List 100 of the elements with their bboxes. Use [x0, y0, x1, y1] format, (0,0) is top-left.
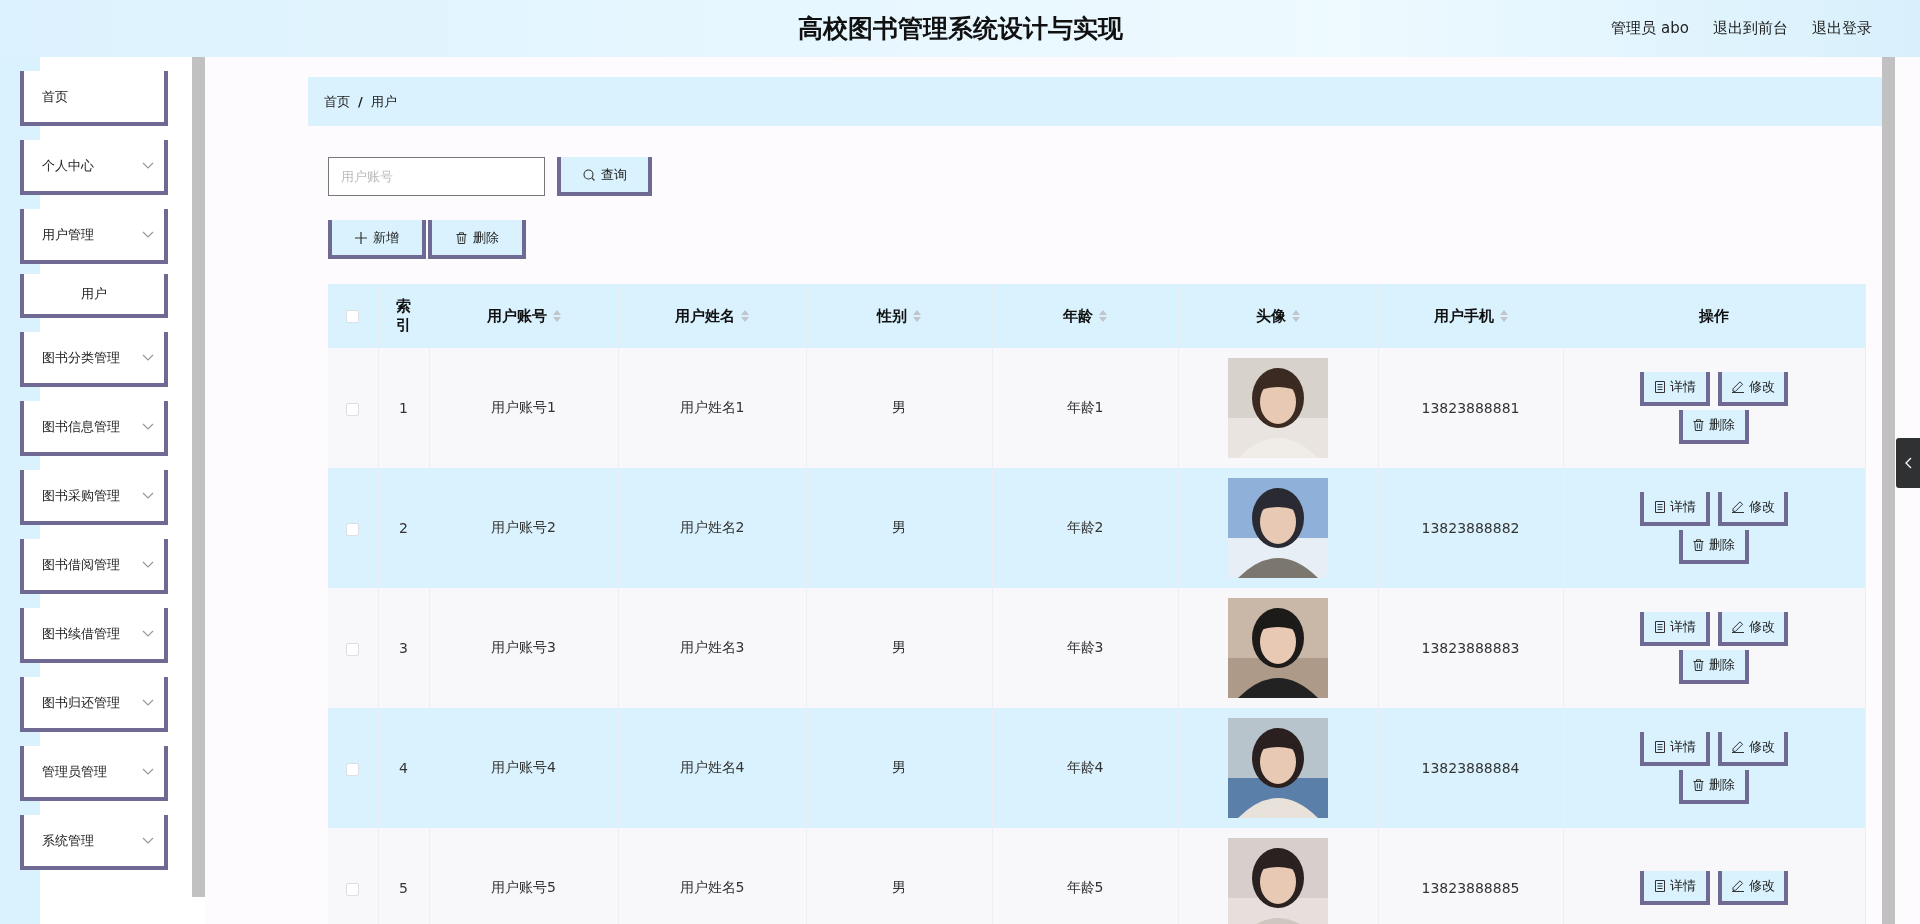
chevron-left-icon	[1904, 457, 1912, 469]
row-checkbox[interactable]	[346, 882, 360, 896]
edit-button[interactable]: 修改	[1718, 612, 1788, 646]
pencil-icon	[1731, 381, 1744, 393]
collapse-tab[interactable]	[1896, 438, 1920, 488]
pencil-icon	[1731, 501, 1744, 513]
delete-button[interactable]: 删除	[428, 220, 526, 259]
trash-icon	[1693, 419, 1704, 431]
chevron-down-icon	[142, 836, 154, 845]
column-header: 头像	[1256, 306, 1286, 326]
table-cell: 用户账号1	[491, 399, 556, 415]
table-cell: 用户姓名5	[679, 879, 745, 895]
table-cell-text: 2	[398, 518, 409, 538]
table-cell: 男	[892, 639, 906, 655]
menu-item[interactable]: 系统管理	[20, 815, 168, 870]
pencil-icon	[1731, 741, 1744, 753]
add-button[interactable]: 新增	[328, 220, 426, 259]
table-cell: 13823888885	[1421, 880, 1520, 896]
trash-icon	[455, 231, 467, 244]
detail-button[interactable]: 详情	[1640, 732, 1710, 766]
row-checkbox[interactable]	[346, 762, 360, 776]
pencil-icon	[1731, 880, 1744, 892]
plus-icon	[355, 231, 367, 244]
menu-item[interactable]: 个人中心	[20, 140, 168, 195]
edit-button[interactable]: 修改	[1718, 372, 1788, 406]
menu-item[interactable]: 首页	[20, 71, 168, 126]
document-icon	[1654, 621, 1665, 633]
detail-button[interactable]: 详情	[1640, 372, 1710, 406]
sort-icon[interactable]	[913, 310, 921, 322]
sort-icon[interactable]	[552, 310, 561, 322]
edit-button[interactable]: 修改	[1718, 871, 1788, 905]
column-header: 性别	[877, 306, 907, 326]
menu-item[interactable]: 用户管理	[20, 209, 168, 264]
table-cell: 13823888882	[1421, 520, 1520, 536]
table-cell: 13823888883	[1421, 640, 1520, 656]
row-checkbox[interactable]	[346, 642, 360, 656]
table-cell: 用户姓名1	[679, 399, 745, 415]
chevron-down-icon	[142, 767, 154, 776]
table-cell-text: 5	[398, 878, 409, 898]
edit-button[interactable]: 修改	[1718, 732, 1788, 766]
table-cell: 13823888881	[1421, 400, 1520, 416]
submenu-item[interactable]: 用户	[20, 274, 168, 318]
table-cell: 用户姓名4	[679, 759, 745, 775]
chevron-down-icon	[142, 353, 154, 362]
table-cell-text: 3	[398, 638, 409, 658]
table-cell: 用户姓名3	[679, 639, 745, 655]
table-cell: 年龄3	[1066, 639, 1104, 655]
select-all-checkbox[interactable]	[346, 310, 360, 323]
table-cell: 年龄5	[1066, 879, 1104, 895]
row-checkbox[interactable]	[346, 522, 360, 536]
row-checkbox[interactable]	[346, 402, 360, 416]
menu-item[interactable]: 图书归还管理	[20, 677, 168, 732]
column-header: 索引	[395, 296, 412, 336]
column-header: 操作	[1699, 306, 1729, 326]
table-cell: 年龄2	[1066, 519, 1104, 535]
table-cell: 用户姓名2	[679, 519, 745, 535]
column-header: 用户姓名	[675, 306, 735, 326]
user-label: 管理员 abo	[1611, 19, 1689, 38]
menu-item[interactable]: 图书采购管理	[20, 470, 168, 525]
table-cell-text: 4	[398, 758, 409, 778]
sort-icon[interactable]	[1099, 310, 1107, 322]
trash-icon	[1693, 779, 1704, 791]
scrollbar[interactable]	[1882, 57, 1895, 924]
delete-button[interactable]: 删除	[1679, 770, 1749, 804]
column-header: 年龄	[1063, 306, 1093, 326]
search-button[interactable]: 查询	[557, 157, 652, 196]
menu-item[interactable]: 管理员管理	[20, 746, 168, 801]
app-title: 高校图书管理系统设计与实现	[797, 13, 1123, 45]
document-icon	[1654, 501, 1665, 513]
detail-button[interactable]: 详情	[1640, 492, 1710, 526]
breadcrumb-separator: /	[358, 94, 363, 109]
delete-button[interactable]: 删除	[1679, 410, 1749, 444]
delete-button[interactable]: 删除	[1679, 650, 1749, 684]
chevron-down-icon	[142, 422, 154, 431]
chevron-down-icon	[142, 629, 154, 638]
column-header: 用户账号	[486, 306, 547, 326]
sort-icon[interactable]	[1499, 310, 1508, 322]
document-icon	[1654, 741, 1665, 753]
chevron-down-icon	[142, 230, 154, 239]
menu-item[interactable]: 图书续借管理	[20, 608, 168, 663]
sort-icon[interactable]	[741, 310, 749, 322]
document-icon	[1654, 880, 1665, 892]
menu-item[interactable]: 图书信息管理	[20, 401, 168, 456]
menu-item[interactable]: 图书借阅管理	[20, 539, 168, 594]
table-cell: 年龄4	[1066, 759, 1104, 775]
menu-item[interactable]: 图书分类管理	[20, 332, 168, 387]
trash-icon	[1693, 539, 1704, 551]
breadcrumb-item[interactable]: 用户	[370, 92, 397, 111]
detail-button[interactable]: 详情	[1640, 871, 1710, 905]
scrollbar[interactable]	[192, 57, 205, 897]
detail-button[interactable]: 详情	[1640, 612, 1710, 646]
table-cell: 13823888884	[1421, 760, 1520, 776]
sort-icon[interactable]	[1292, 310, 1300, 322]
search-field[interactable]: 用户账号	[328, 157, 545, 196]
delete-button[interactable]: 删除	[1679, 530, 1749, 564]
header-link[interactable]: 退出登录	[1812, 19, 1872, 38]
edit-button[interactable]: 修改	[1718, 492, 1788, 526]
chevron-down-icon	[142, 491, 154, 500]
header-link[interactable]: 退出到前台	[1713, 19, 1788, 38]
breadcrumb-item[interactable]: 首页	[324, 92, 350, 111]
